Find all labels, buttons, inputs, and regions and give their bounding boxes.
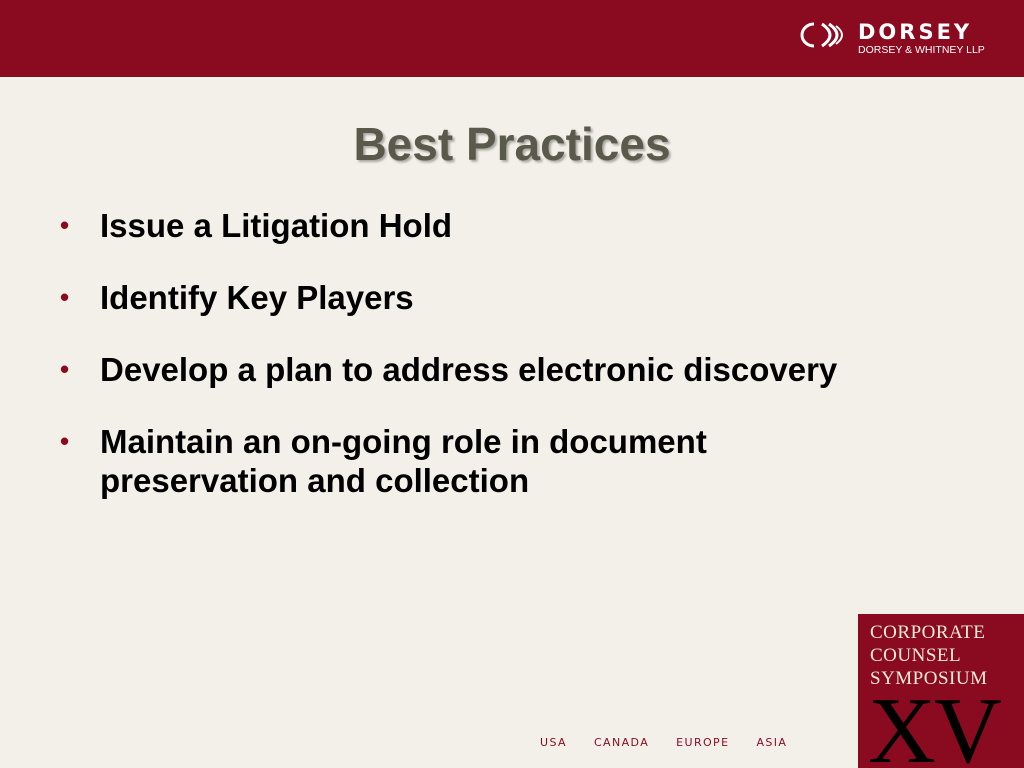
dorsey-chevron-icon [800,22,843,48]
bullet-marker: • [60,426,70,456]
bullet-marker: • [60,282,70,312]
bullet-item: • Develop a plan to address electronic d… [58,350,958,389]
region-europe: EUROPE [676,736,730,749]
logo-subtitle: DORSEY & WHITNEY LLP [858,44,985,56]
bullet-marker: • [60,354,70,384]
bullet-item: • Issue a Litigation Hold [58,206,958,245]
symposium-line-counsel: COUNSEL [870,645,962,666]
symposium-numeral: XV [868,679,1002,768]
bullet-text: Identify Key Players [100,279,414,316]
symposium-badge: CORPORATE COUNSEL SYMPOSIUM XV [858,614,1024,768]
bullet-item: • Maintain an on-going role in document … [58,422,860,500]
bullet-list: • Issue a Litigation Hold • Identify Key… [58,206,958,533]
bullet-marker: • [60,210,70,240]
region-canada: CANADA [593,736,650,749]
bullet-item: • Identify Key Players [58,278,958,317]
bullet-text: Maintain an on-going role in document pr… [100,423,707,499]
slide-title: Best Practices [353,118,671,170]
office-regions: USA CANADA EUROPE ASIA [540,736,840,750]
bullet-text: Develop a plan to address electronic dis… [100,351,838,388]
symposium-line-corporate: CORPORATE [870,622,986,643]
bullet-text: Issue a Litigation Hold [100,207,453,244]
region-usa: USA [540,736,567,749]
company-logo: DORSEY DORSEY & WHITNEY LLP [798,18,998,62]
logo-wordmark: DORSEY [858,20,973,44]
region-asia: ASIA [756,736,788,749]
header-bar: DORSEY DORSEY & WHITNEY LLP [0,0,1024,77]
